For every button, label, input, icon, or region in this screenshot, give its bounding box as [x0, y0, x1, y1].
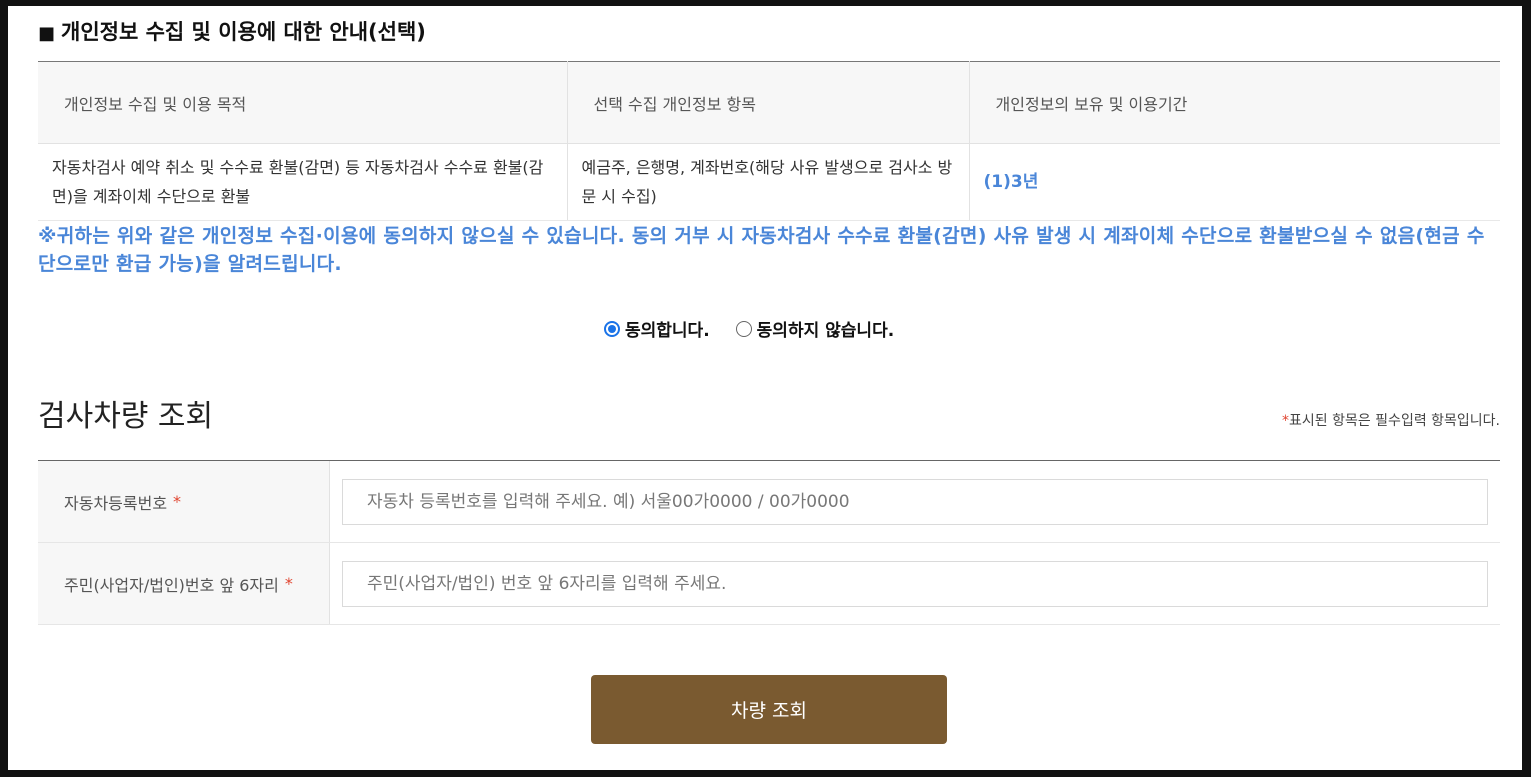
- consent-radio-group: 동의합니다. 동의하지 않습니다.: [604, 316, 920, 341]
- plate-label: 자동차등록번호 *: [38, 461, 330, 542]
- plate-field-cell: [330, 461, 1500, 542]
- page-frame: ■ 개인정보 수집 및 이용에 대한 안내(선택) 개인정보 수집 및 이용 목적…: [8, 6, 1522, 770]
- id-required-star: *: [284, 574, 293, 593]
- cell-period: (1)3년: [969, 143, 1500, 221]
- required-note: *표시된 항목은 필수입력 항목입니다.: [1282, 410, 1500, 430]
- header-items: 선택 수집 개인정보 항목: [567, 61, 970, 144]
- form-row-plate: 자동차등록번호 *: [38, 461, 1500, 543]
- vehicle-search-button[interactable]: 차량 조회: [591, 675, 947, 744]
- plate-required-star: *: [173, 492, 182, 511]
- search-title: 검사차량 조회: [38, 399, 214, 434]
- cell-purpose: 자동차검사 예약 취소 및 수수료 환불(감면) 등 자동차검사 수수료 환불(…: [38, 143, 568, 221]
- table-row: 자동차검사 예약 취소 및 수수료 환불(감면) 등 자동차검사 수수료 환불(…: [38, 143, 1500, 221]
- square-bullet-icon: ■: [38, 23, 56, 44]
- consent-notice: ※귀하는 위와 같은 개인정보 수집·이용에 동의하지 않으실 수 있습니다. …: [38, 225, 1485, 275]
- header-period: 개인정보의 보유 및 이용기간: [969, 61, 1500, 144]
- id-field-cell: [330, 543, 1500, 624]
- privacy-info-table: 개인정보 수집 및 이용 목적 선택 수집 개인정보 항목 개인정보의 보유 및…: [38, 61, 1500, 221]
- cell-items: 예금주, 은행명, 계좌번호(해당 사유 발생으로 검사소 방문 시 수집): [567, 143, 970, 221]
- agree-radio[interactable]: [604, 320, 620, 337]
- agree-option[interactable]: 동의합니다.: [604, 316, 710, 341]
- form-row-id: 주민(사업자/법인)번호 앞 6자리 *: [38, 543, 1500, 625]
- id-number-input[interactable]: [342, 560, 1488, 607]
- table-header-row: 개인정보 수집 및 이용 목적 선택 수집 개인정보 항목 개인정보의 보유 및…: [38, 61, 1500, 144]
- vehicle-search-form: 자동차등록번호 * 주민(사업자/법인)번호 앞 6자리 *: [38, 460, 1500, 625]
- disagree-option[interactable]: 동의하지 않습니다.: [735, 316, 895, 341]
- required-note-text: 표시된 항목은 필수입력 항목입니다.: [1289, 413, 1500, 429]
- agree-label[interactable]: 동의합니다.: [625, 316, 710, 341]
- section-title-text: 개인정보 수집 및 이용에 대한 안내(선택): [61, 20, 426, 44]
- disagree-label[interactable]: 동의하지 않습니다.: [757, 316, 895, 341]
- disagree-radio[interactable]: [735, 320, 752, 337]
- header-purpose: 개인정보 수집 및 이용 목적: [38, 61, 568, 144]
- plate-number-input[interactable]: [342, 478, 1488, 525]
- plate-label-text: 자동차등록번호: [64, 493, 168, 513]
- required-star: *: [1282, 413, 1289, 429]
- section-title: ■ 개인정보 수집 및 이용에 대한 안내(선택): [38, 16, 426, 46]
- id-label-text: 주민(사업자/법인)번호 앞 6자리: [64, 575, 279, 595]
- id-label: 주민(사업자/법인)번호 앞 6자리 *: [38, 543, 330, 624]
